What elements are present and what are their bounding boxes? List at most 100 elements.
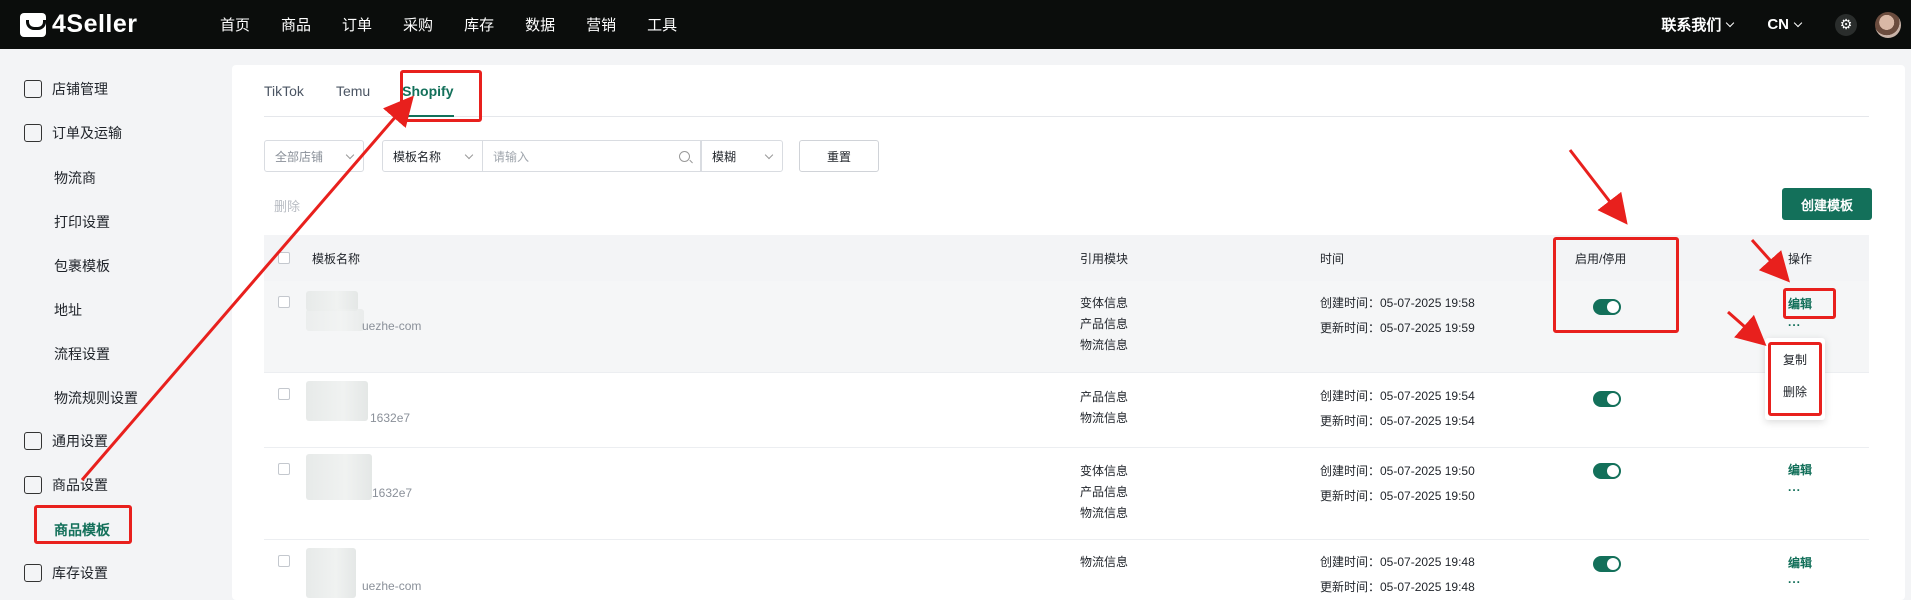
module-label: 物流信息 [1080, 555, 1129, 569]
sidebar-item-logistics-rules[interactable]: 物流规则设置 [54, 388, 138, 408]
store-icon [24, 80, 42, 98]
logo-icon [20, 12, 46, 37]
header-modules: 引用模块 [1080, 252, 1129, 266]
top-bar: 4Seller 首页 商品 订单 采购 库存 数据 营销 工具 联系我们 CN … [0, 0, 1911, 49]
sidebar-item-workflow[interactable]: 流程设置 [54, 344, 110, 364]
sidebar-item-print-settings[interactable]: 打印设置 [54, 212, 110, 232]
table-row: 1632e7 产品信息 物流信息 创建时间：05-07-2025 19:54 更… [264, 373, 1869, 448]
tab-tiktok[interactable]: TikTok [264, 65, 304, 117]
updated-time: 更新时间：05-07-2025 19:54 [1320, 414, 1475, 428]
product-icon [24, 476, 42, 494]
sidebar-item-store-management[interactable]: 店铺管理 [24, 79, 108, 99]
language-menu[interactable]: CN [1767, 16, 1803, 33]
search-icon[interactable] [679, 150, 690, 162]
redacted-thumbnail [306, 291, 358, 311]
module-label: 变体信息 [1080, 296, 1129, 310]
annotation-box-edit-link [1783, 288, 1836, 319]
nav-tools[interactable]: 工具 [647, 14, 677, 35]
create-template-button[interactable]: 创建模板 [1782, 188, 1872, 220]
reset-button[interactable]: 重置 [799, 140, 879, 172]
annotation-box-product-templates [34, 505, 132, 544]
module-label: 产品信息 [1080, 485, 1129, 499]
template-name[interactable]: uezhe-com [362, 579, 421, 593]
chevron-down-icon [1793, 18, 1803, 27]
time-cell: 创建时间：05-07-2025 19:54 更新时间：05-07-2025 19… [1320, 384, 1475, 434]
platform-tabs: TikTok Temu Shopify [264, 65, 1869, 117]
field-select[interactable]: 模板名称 [382, 140, 483, 172]
time-cell: 创建时间：05-07-2025 19:50 更新时间：05-07-2025 19… [1320, 459, 1475, 509]
table-row: uezhe-com 物流信息 创建时间：05-07-2025 19:48 更新时… [264, 540, 1869, 600]
sidebar-item-inventory-settings[interactable]: 库存设置 [24, 563, 108, 583]
sidebar-item-carriers[interactable]: 物流商 [54, 168, 96, 188]
row-checkbox[interactable] [278, 463, 290, 475]
enable-toggle[interactable] [1593, 463, 1621, 479]
contact-label: 联系我们 [1661, 17, 1722, 34]
edit-link[interactable]: 编辑 [1788, 461, 1812, 478]
header-name: 模板名称 [312, 252, 361, 266]
redacted-thumbnail [306, 548, 356, 598]
redacted-name [306, 309, 364, 331]
sidebar-item-package-templates[interactable]: 包裹模板 [54, 256, 110, 276]
nav-marketing[interactable]: 营销 [586, 14, 616, 35]
header-time: 时间 [1320, 252, 1345, 266]
sidebar-item-orders-shipping[interactable]: 订单及运输 [24, 123, 122, 143]
sidebar-item-product-settings[interactable]: 商品设置 [24, 475, 108, 495]
modules-cell: 物流信息 [1080, 552, 1128, 573]
nav-inventory[interactable]: 库存 [464, 14, 494, 35]
module-label: 产品信息 [1080, 317, 1129, 331]
match-select[interactable]: 模糊 [701, 140, 783, 172]
nav-purchasing[interactable]: 采购 [403, 14, 433, 35]
row-checkbox[interactable] [278, 388, 290, 400]
store-select-value: 全部店铺 [275, 149, 324, 164]
select-all-checkbox[interactable] [278, 252, 290, 264]
nav-data[interactable]: 数据 [525, 14, 555, 35]
sidebar-item-general-settings[interactable]: 通用设置 [24, 431, 108, 451]
sidebar-item-label: 库存设置 [52, 565, 108, 581]
language-label: CN [1767, 16, 1789, 33]
gear-icon[interactable]: ⚙ [1835, 13, 1857, 36]
order-icon [24, 124, 42, 142]
sidebar-item-label: 店铺管理 [52, 81, 108, 97]
created-time: 创建时间：05-07-2025 19:50 [1320, 464, 1475, 478]
module-label: 物流信息 [1080, 338, 1129, 352]
redacted-thumbnail [306, 454, 372, 500]
annotation-box-dropdown [1768, 342, 1822, 416]
chevron-down-icon [464, 150, 474, 159]
enable-toggle[interactable] [1593, 556, 1621, 572]
template-name[interactable]: uezhe-com [362, 319, 421, 333]
enable-toggle[interactable] [1593, 391, 1621, 407]
store-select[interactable]: 全部店铺 [264, 140, 364, 172]
header-ops: 操作 [1788, 252, 1813, 266]
row-checkbox[interactable] [278, 555, 290, 567]
module-label: 产品信息 [1080, 390, 1129, 404]
edit-link[interactable]: 编辑 [1788, 554, 1812, 571]
avatar[interactable] [1875, 11, 1901, 38]
created-time: 创建时间：05-07-2025 19:58 [1320, 296, 1475, 310]
nav-home[interactable]: 首页 [220, 14, 250, 35]
modules-cell: 变体信息 产品信息 物流信息 [1080, 293, 1128, 356]
sidebar-item-label: 商品设置 [52, 477, 108, 493]
template-name[interactable]: 1632e7 [372, 486, 412, 500]
contact-menu[interactable]: 联系我们 [1661, 14, 1735, 35]
template-name[interactable]: 1632e7 [370, 411, 410, 425]
more-actions-button[interactable]: ... [1788, 572, 1801, 586]
nav-orders[interactable]: 订单 [342, 14, 372, 35]
search-input[interactable]: 请输入 [483, 140, 701, 172]
updated-time: 更新时间：05-07-2025 19:48 [1320, 580, 1475, 594]
more-actions-button[interactable]: ... [1788, 480, 1801, 494]
row-checkbox[interactable] [278, 296, 290, 308]
chevron-down-icon [345, 150, 355, 159]
logo[interactable]: 4Seller [20, 10, 190, 39]
bulk-delete-button[interactable]: 删除 [274, 196, 300, 215]
field-select-value: 模板名称 [393, 149, 442, 164]
main-nav: 首页 商品 订单 采购 库存 数据 营销 工具 [220, 14, 708, 35]
module-label: 物流信息 [1080, 506, 1129, 520]
sidebar-item-address[interactable]: 地址 [54, 300, 82, 320]
sidebar-item-label: 订单及运输 [52, 125, 122, 141]
annotation-box-toggle-column [1553, 237, 1679, 333]
top-right-menu: 联系我们 CN ⚙ [1661, 0, 1901, 49]
modules-cell: 产品信息 物流信息 [1080, 387, 1128, 429]
nav-products[interactable]: 商品 [281, 14, 311, 35]
created-time: 创建时间：05-07-2025 19:54 [1320, 389, 1475, 403]
tab-temu[interactable]: Temu [336, 65, 370, 117]
